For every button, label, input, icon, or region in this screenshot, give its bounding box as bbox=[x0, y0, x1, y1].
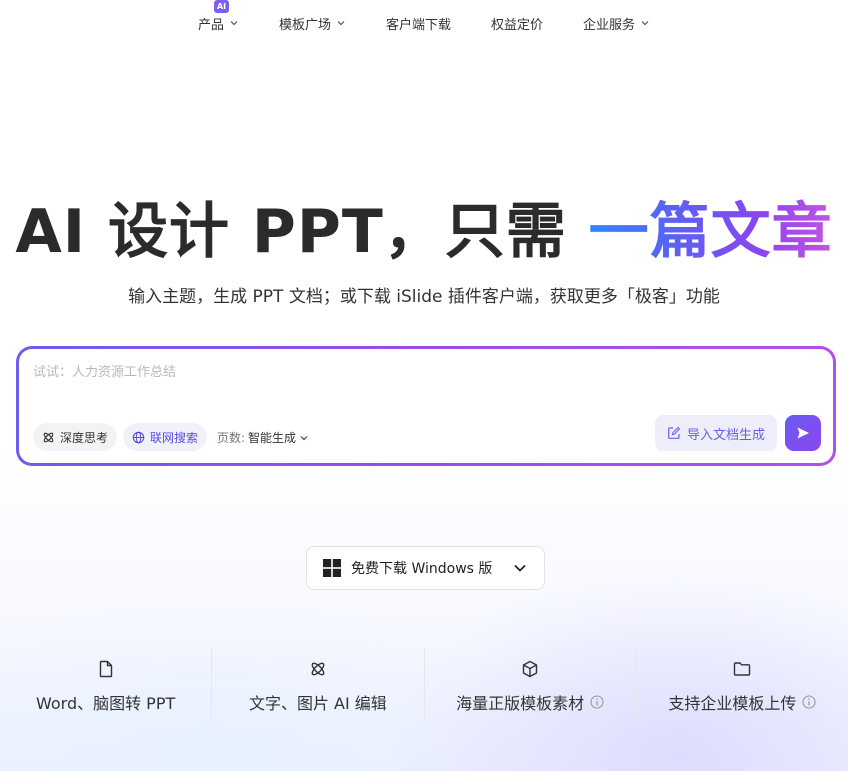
feature-item: Word、脑图转 PPT bbox=[0, 648, 213, 720]
file-icon bbox=[99, 660, 112, 678]
import-document-button[interactable]: 导入文档生成 bbox=[654, 415, 777, 451]
feature-item: 支持企业模板上传 bbox=[637, 648, 848, 720]
nav-item-pricing[interactable]: 权益定价 bbox=[471, 0, 563, 46]
chevron-down-icon bbox=[300, 435, 308, 440]
web-search-label: 联网搜索 bbox=[150, 430, 199, 445]
atom-icon bbox=[43, 432, 54, 442]
prompt-input[interactable] bbox=[33, 365, 633, 380]
feature-text: 文字、图片 AI 编辑 bbox=[248, 694, 387, 713]
hero-title-accent: 一篇文章 bbox=[588, 197, 833, 267]
nav-item-enterprise[interactable]: 企业服务 bbox=[563, 0, 670, 46]
atom-icon bbox=[311, 662, 325, 676]
background-glow bbox=[0, 440, 848, 771]
pages-select[interactable]: 页数: 智能生成 bbox=[217, 429, 309, 446]
nav-item-label: 产品 bbox=[197, 17, 224, 33]
pages-value: 智能生成 bbox=[248, 431, 297, 445]
hero-title: AI 设计 PPT，只需 一篇文章 bbox=[0, 183, 848, 270]
prompt-box: 深度思考 联网搜索 页数: 智能生成 导入文档生成 bbox=[16, 346, 836, 466]
import-document-label: 导入文档生成 bbox=[686, 427, 765, 443]
nav-item-label: 权益定价 bbox=[491, 17, 544, 33]
cube-icon bbox=[522, 660, 538, 678]
hero-subtitle: 输入主题，生成 PPT 文档；或下载 iSlide 插件客户端，获取更多「极客」… bbox=[128, 287, 720, 307]
feature-text: 海量正版模板素材 bbox=[456, 694, 585, 713]
chevron-down-icon bbox=[337, 21, 345, 26]
send-icon bbox=[797, 427, 809, 439]
nav-item-client-download[interactable]: 客户端下载 bbox=[366, 0, 471, 46]
deep-think-toggle[interactable]: 深度思考 bbox=[33, 423, 118, 451]
ai-badge: AI bbox=[213, 0, 230, 13]
globe-icon bbox=[132, 431, 145, 443]
feature-item: 文字、图片 AI 编辑 bbox=[212, 648, 425, 720]
feature-item: 海量正版模板素材 bbox=[425, 648, 637, 720]
web-search-toggle[interactable]: 联网搜索 bbox=[123, 423, 208, 451]
top-nav: AI 产品 模板广场 客户端下载 权益定价 企业服务 bbox=[0, 0, 848, 46]
chevron-down-icon bbox=[514, 564, 526, 572]
info-icon[interactable] bbox=[590, 695, 604, 709]
nav-item-label: 客户端下载 bbox=[385, 17, 451, 33]
hero-title-main: AI 设计 PPT，只需 bbox=[15, 197, 589, 267]
nav-item-label: 模板广场 bbox=[278, 17, 331, 33]
download-windows-button[interactable]: 免费下载 Windows 版 bbox=[306, 546, 545, 590]
send-button[interactable] bbox=[785, 415, 821, 451]
info-icon[interactable] bbox=[802, 695, 816, 709]
chevron-down-icon bbox=[641, 21, 649, 26]
windows-icon bbox=[323, 559, 341, 577]
chevron-down-icon bbox=[230, 21, 238, 26]
download-label: 免费下载 Windows 版 bbox=[351, 561, 493, 577]
nav-item-product[interactable]: AI 产品 bbox=[178, 0, 259, 46]
pages-label: 页数: bbox=[217, 431, 246, 445]
nav-item-templates[interactable]: 模板广场 bbox=[259, 0, 366, 46]
feature-text: Word、脑图转 PPT bbox=[35, 694, 176, 713]
folder-icon bbox=[734, 662, 751, 676]
deep-think-label: 深度思考 bbox=[60, 430, 109, 445]
edit-doc-icon bbox=[668, 426, 681, 439]
prompt-inner: 深度思考 联网搜索 页数: 智能生成 导入文档生成 bbox=[19, 349, 833, 463]
feature-list: Word、脑图转 PPT 文字、图片 AI 编辑 海量正版模板素材 支持企业模板… bbox=[0, 648, 848, 720]
nav-item-label: 企业服务 bbox=[583, 17, 636, 33]
feature-text: 支持企业模板上传 bbox=[668, 694, 797, 713]
